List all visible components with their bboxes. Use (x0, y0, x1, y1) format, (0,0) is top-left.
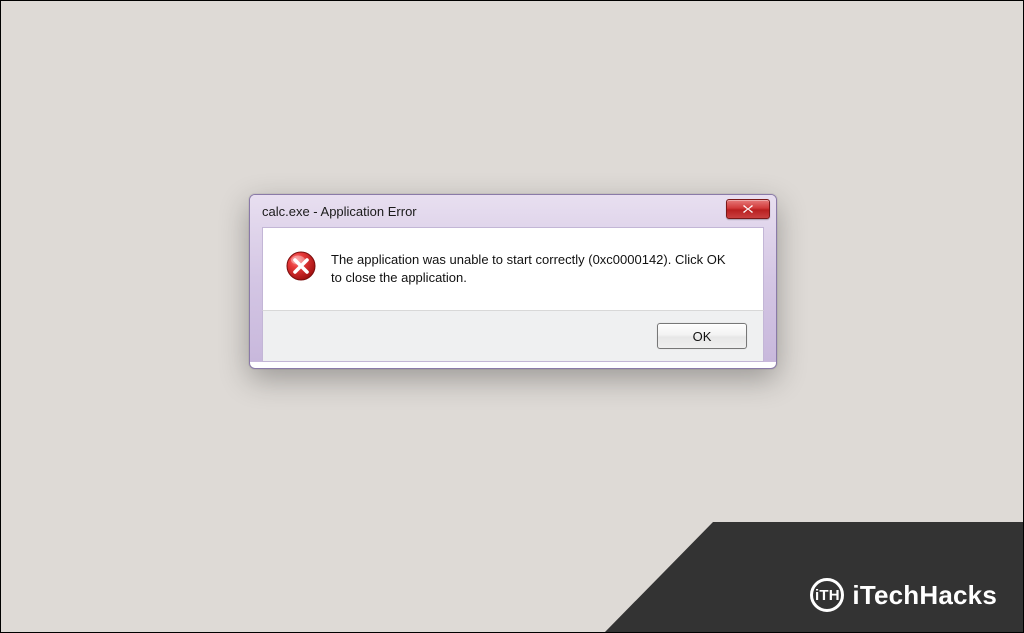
error-icon (285, 250, 317, 282)
watermark-label: iTH iTechHacks (810, 578, 997, 612)
watermark-bg (583, 522, 1023, 632)
dialog-message: The application was unable to start corr… (331, 250, 731, 286)
titlebar-chrome: calc.exe - Application Error (250, 195, 776, 362)
ok-button[interactable]: OK (657, 323, 747, 349)
close-icon (742, 204, 754, 214)
titlebar: calc.exe - Application Error (256, 201, 770, 227)
dialog-content: The application was unable to start corr… (262, 227, 764, 310)
watermark: iTH iTechHacks (583, 522, 1023, 632)
watermark-brand: iTechHacks (852, 580, 997, 611)
watermark-logo-icon: iTH (810, 578, 844, 612)
dialog-title: calc.exe - Application Error (262, 204, 417, 219)
error-dialog: calc.exe - Application Error (249, 194, 777, 369)
dialog-button-bar: OK (262, 310, 764, 362)
close-button[interactable] (726, 199, 770, 219)
